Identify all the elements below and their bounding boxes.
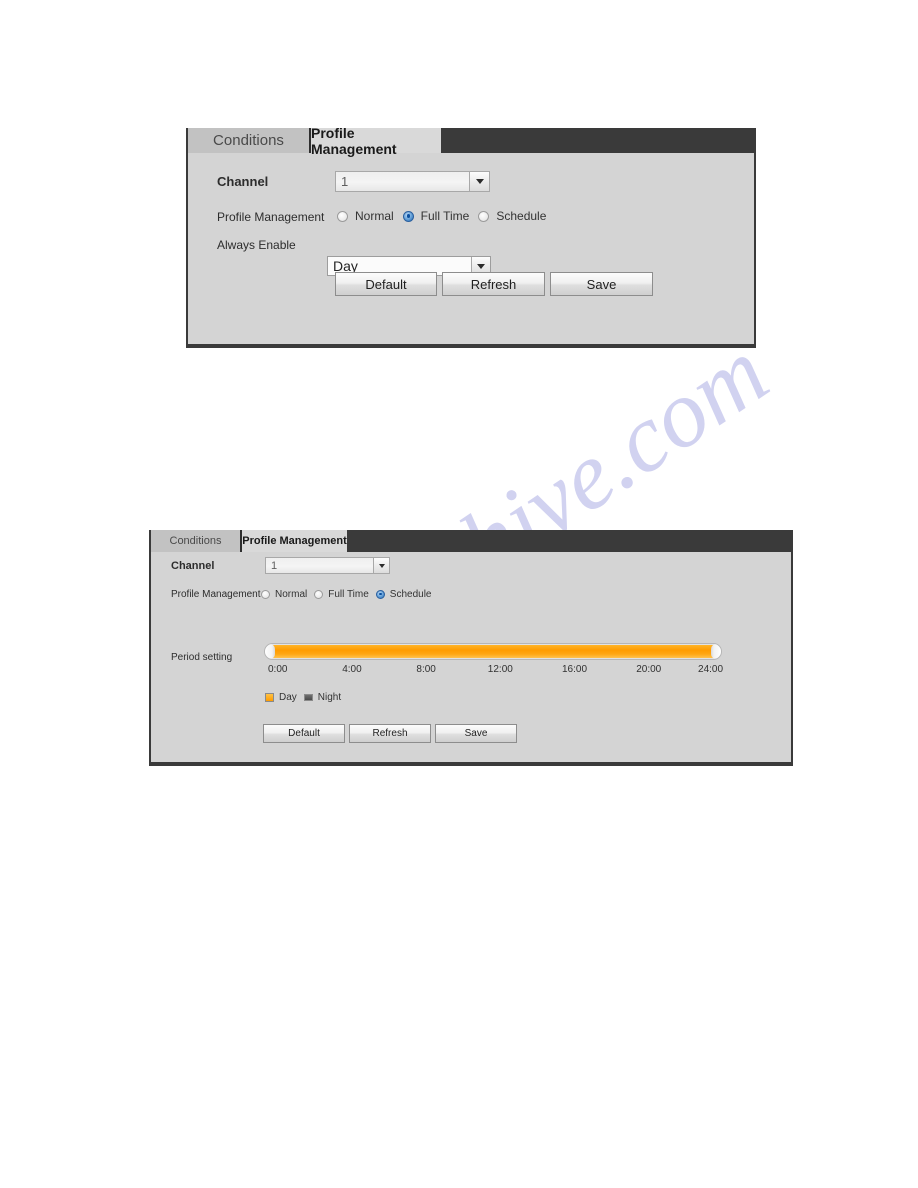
radio-full-time-icon[interactable]: [402, 210, 414, 222]
legend-day-label: Day: [279, 692, 297, 703]
period-slider-fill-day: [273, 645, 713, 658]
always-enable-label: Always Enable: [217, 238, 296, 252]
profile-management-row: Profile Management: [171, 589, 266, 600]
radio-option-schedule[interactable]: Schedule: [478, 209, 546, 223]
profile-management-panel-full-time: Conditions Profile Management Channel 1 …: [186, 125, 756, 348]
refresh-button-label: Refresh: [372, 728, 408, 739]
tab-bar: Conditions Profile Management: [151, 530, 791, 552]
profile-management-row: Profile Management: [217, 210, 337, 224]
always-enable-row: Always Enable: [217, 238, 337, 252]
tab-conditions-label: Conditions: [213, 132, 284, 149]
action-button-row: Default Refresh Save: [335, 272, 653, 296]
channel-label: Channel: [217, 174, 269, 189]
default-button[interactable]: Default: [335, 272, 437, 296]
night-color-swatch: [303, 694, 313, 701]
profile-management-label: Profile Management: [217, 210, 325, 224]
radio-normal-icon[interactable]: [337, 210, 348, 222]
channel-row: Channel: [171, 560, 266, 572]
channel-select-value: 1: [341, 174, 349, 189]
day-color-swatch: [265, 693, 274, 702]
period-setting-row: Period setting: [171, 652, 266, 663]
legend-night-label: Night: [317, 692, 342, 703]
period-slider-handle-end[interactable]: [711, 644, 721, 659]
tab-profile-management[interactable]: Profile Management: [311, 125, 441, 157]
tick-label: 12:00: [487, 664, 513, 675]
tab-profile-management-label: Profile Management: [311, 124, 397, 157]
save-button-label: Save: [464, 728, 488, 739]
default-button-label: Default: [365, 276, 407, 292]
radio-full-time-label: Full Time: [328, 588, 369, 600]
channel-select-value: 1: [271, 559, 278, 572]
tick-label: 16:00: [562, 664, 588, 675]
tick-label: 4:00: [342, 664, 362, 675]
default-button[interactable]: Default: [263, 724, 345, 743]
timeline-tick-labels: 0:00 4:00 8:00 12:00 16:00 20:00 24:00: [264, 664, 724, 678]
tick-label: 8:00: [416, 664, 436, 675]
legend-item-night: Night: [303, 692, 342, 703]
profile-management-label: Profile Management: [171, 589, 261, 600]
radio-option-full-time[interactable]: Full Time: [402, 209, 470, 223]
tick-label: 20:00: [636, 664, 662, 675]
radio-option-normal[interactable]: Normal: [261, 589, 307, 600]
period-slider-handle-start[interactable]: [265, 644, 275, 659]
radio-full-time-icon[interactable]: [314, 589, 324, 599]
period-setting-label: Period setting: [171, 652, 233, 663]
default-button-label: Default: [288, 728, 320, 739]
radio-schedule-icon[interactable]: [375, 589, 385, 599]
chevron-down-icon: [475, 179, 484, 184]
chevron-down-icon: [378, 563, 385, 568]
refresh-button[interactable]: Refresh: [349, 724, 431, 743]
period-timeline[interactable]: 0:00 4:00 8:00 12:00 16:00 20:00 24:00: [264, 643, 724, 678]
radio-full-time-label: Full Time: [420, 209, 470, 223]
channel-select-arrow[interactable]: [373, 558, 389, 573]
channel-select-arrow[interactable]: [469, 172, 489, 191]
action-button-row: Default Refresh Save: [263, 724, 517, 743]
radio-normal-label: Normal: [355, 209, 394, 223]
radio-normal-label: Normal: [275, 588, 308, 600]
profile-mode-radio-group: Normal Full Time Schedule: [261, 587, 432, 601]
profile-mode-radio-group: Normal Full Time Schedule: [337, 208, 546, 224]
radio-option-schedule[interactable]: Schedule: [375, 588, 432, 600]
profile-management-panel-schedule: Conditions Profile Management Channel 1 …: [149, 530, 793, 766]
channel-row: Channel: [217, 174, 337, 189]
tab-conditions-label: Conditions: [169, 535, 222, 547]
tab-profile-management[interactable]: Profile Management: [242, 530, 347, 552]
refresh-button-label: Refresh: [470, 276, 517, 292]
tab-conditions[interactable]: Conditions: [188, 128, 311, 153]
tick-label: 0:00: [268, 664, 288, 675]
radio-option-full-time[interactable]: Full Time: [314, 589, 369, 600]
period-slider-track[interactable]: [264, 643, 722, 660]
timeline-legend: Day Night: [265, 692, 341, 703]
radio-option-normal[interactable]: Normal: [337, 209, 394, 223]
tab-profile-management-label: Profile Management: [242, 535, 347, 547]
channel-select[interactable]: 1: [335, 171, 490, 192]
radio-schedule-label: Schedule: [389, 588, 432, 600]
legend-item-day: Day: [265, 692, 297, 703]
channel-select[interactable]: 1: [265, 557, 390, 574]
radio-normal-icon[interactable]: [261, 589, 270, 599]
save-button[interactable]: Save: [550, 272, 653, 296]
radio-schedule-label: Schedule: [496, 209, 547, 223]
tab-conditions[interactable]: Conditions: [151, 530, 242, 552]
radio-schedule-icon[interactable]: [478, 210, 490, 222]
save-button[interactable]: Save: [435, 724, 517, 743]
chevron-down-icon: [477, 263, 485, 269]
tab-bar: Conditions Profile Management: [188, 125, 754, 157]
refresh-button[interactable]: Refresh: [442, 272, 545, 296]
save-button-label: Save: [586, 276, 617, 292]
tick-label: 24:00: [698, 664, 724, 675]
channel-label: Channel: [171, 560, 215, 572]
